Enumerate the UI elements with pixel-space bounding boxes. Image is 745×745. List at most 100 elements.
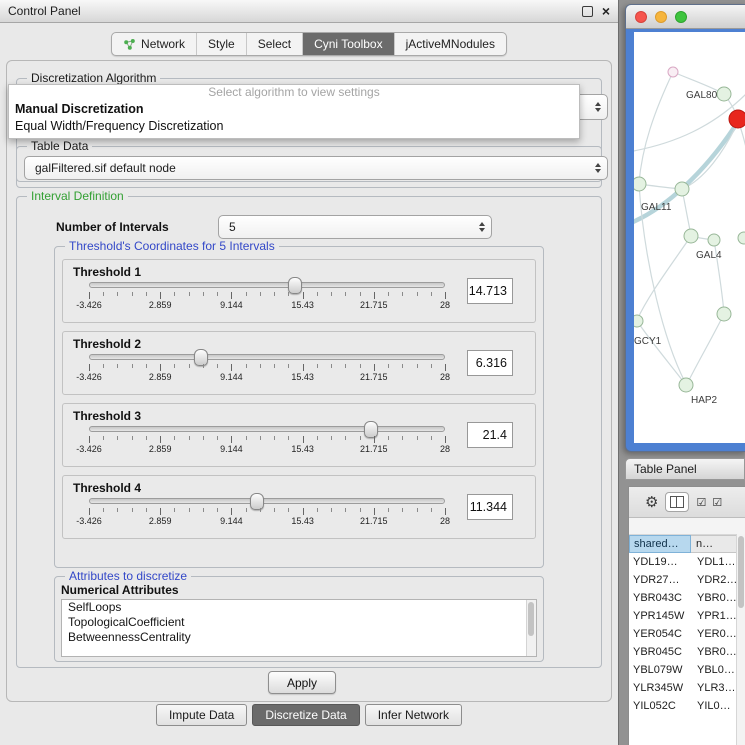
tick-mark [360,508,361,512]
list-item[interactable]: TopologicalCoefficient [62,615,536,630]
close-traffic-light[interactable] [635,11,647,23]
tab-impute-data[interactable]: Impute Data [156,704,247,726]
tick-mark [160,436,161,443]
tick-mark [231,508,232,515]
tab-cyni-toolbox[interactable]: Cyni Toolbox [302,33,393,55]
node-label: GAL11 [641,202,672,213]
apply-button[interactable]: Apply [268,671,336,694]
scale-label: 2.859 [149,516,172,526]
tab-infer-network[interactable]: Infer Network [365,704,462,726]
table-row[interactable]: YIL052CYIL0… [629,697,745,715]
scale-label: -3.426 [76,372,102,382]
threshold-value-field[interactable]: 14.713 [467,278,513,304]
tick-mark [303,292,304,299]
tab-jactivemnodules[interactable]: jActiveMNodules [394,33,506,55]
table-row[interactable]: YPR145WYPR1… [629,607,745,625]
network-node[interactable] [679,378,693,392]
attribute-items: SelfLoopsTopologicalCoefficientBetweenne… [62,600,536,645]
table-cell-shared-name: YLR345W [629,682,691,694]
float-window-icon[interactable] [582,6,593,17]
columns-button[interactable] [665,492,689,512]
tick-mark [203,364,204,368]
table-row[interactable]: YBR043CYBR0… [629,589,745,607]
network-node[interactable] [729,110,745,128]
tick-mark [174,436,175,440]
tick-mark [274,364,275,368]
close-icon[interactable]: × [602,5,610,17]
tick-mark [89,508,90,515]
window-controls: × [582,5,610,17]
list-item[interactable]: SelfLoops [62,600,536,615]
slider-track[interactable] [89,282,445,288]
algorithm-option-manual[interactable]: Manual Discretization [9,100,579,117]
table-scrollbar[interactable] [736,534,745,745]
table-row[interactable]: YER054CYER0… [629,625,745,643]
tick-mark [331,364,332,368]
network-canvas[interactable]: GAL80GAL11GAL4GCY1HAP2 [634,32,745,443]
tick-mark [431,436,432,440]
number-of-intervals-combobox[interactable]: 5 [218,215,492,239]
network-node[interactable] [717,87,731,101]
network-node[interactable] [675,182,689,196]
gear-icon[interactable]: ⚙ [645,495,658,510]
list-scrollbar-thumb[interactable] [528,602,534,636]
slider-track[interactable] [89,426,445,432]
scale-label: 28 [440,516,450,526]
slider-track[interactable] [89,354,445,360]
node-label: GCY1 [634,336,662,347]
threshold-slider[interactable]: -3.4262.8599.14415.4321.71528 [89,498,445,526]
minimize-traffic-light[interactable] [655,11,667,23]
table-row[interactable]: YLR345WYLR3… [629,679,745,697]
network-node[interactable] [684,229,698,243]
table-cell-shared-name: YBR045C [629,646,691,658]
scale-label: 9.144 [220,372,243,382]
network-node[interactable] [634,315,643,327]
threshold-slider[interactable]: -3.4262.8599.14415.4321.71528 [89,426,445,454]
tab-discretize-data[interactable]: Discretize Data [252,704,359,726]
bottom-tab-bar: Impute Data Discretize Data Infer Networ… [0,704,618,726]
tick-mark [174,292,175,296]
threshold-slider[interactable]: -3.4262.8599.14415.4321.71528 [89,282,445,310]
table-cell-shared-name: YBR043C [629,592,691,604]
interval-definition-title: Interval Definition [27,189,128,203]
threshold-slider[interactable]: -3.4262.8599.14415.4321.71528 [89,354,445,382]
table-row[interactable]: YBL079WYBL0… [629,661,745,679]
table-row[interactable]: YDL19…YDL1… [629,553,745,571]
threshold-block: Threshold 2-3.4262.8599.14415.4321.71528… [62,331,536,395]
threshold-value-field[interactable]: 11.344 [467,494,513,520]
zoom-traffic-light[interactable] [675,11,687,23]
scale-label: 21.715 [360,516,388,526]
column-header-shared-name[interactable]: shared… [629,535,691,553]
tick-mark [246,364,247,368]
network-node[interactable] [738,232,745,244]
tick-mark [203,508,204,512]
algorithm-option-equal-width[interactable]: Equal Width/Frequency Discretization [9,117,579,134]
table-row[interactable]: YBR045CYBR0… [629,643,745,661]
tab-network[interactable]: Network [112,33,196,55]
list-item[interactable]: BetweennessCentrality [62,630,536,645]
select-visible-checkbox-icon[interactable]: ☑ [712,496,721,509]
list-scrollbar[interactable] [526,600,536,656]
desktop: Control Panel × Network Style [0,0,745,745]
network-edge [738,120,745,238]
threshold-value-field[interactable]: 21.4 [467,422,513,448]
network-node[interactable] [717,307,731,321]
tick-mark [174,364,175,368]
select-all-checkbox-icon[interactable]: ☑ [696,496,705,509]
threshold-label: Threshold 1 [73,265,535,279]
tick-mark [246,508,247,512]
table-scrollbar-thumb[interactable] [738,536,744,608]
network-node[interactable] [668,67,678,77]
tab-select[interactable]: Select [246,33,302,55]
network-node[interactable] [634,177,646,191]
tick-mark [374,292,375,299]
slider-track[interactable] [89,498,445,504]
threshold-value-field[interactable]: 6.316 [467,350,513,376]
table-data-group-title: Table Data [27,139,92,153]
network-node[interactable] [708,234,720,246]
tab-style[interactable]: Style [196,33,246,55]
combo-arrows-icon [479,222,485,232]
table-row[interactable]: YDR27…YDR2… [629,571,745,589]
table-data-combobox[interactable]: galFiltered.sif default node [24,156,608,180]
tick-mark [374,364,375,371]
